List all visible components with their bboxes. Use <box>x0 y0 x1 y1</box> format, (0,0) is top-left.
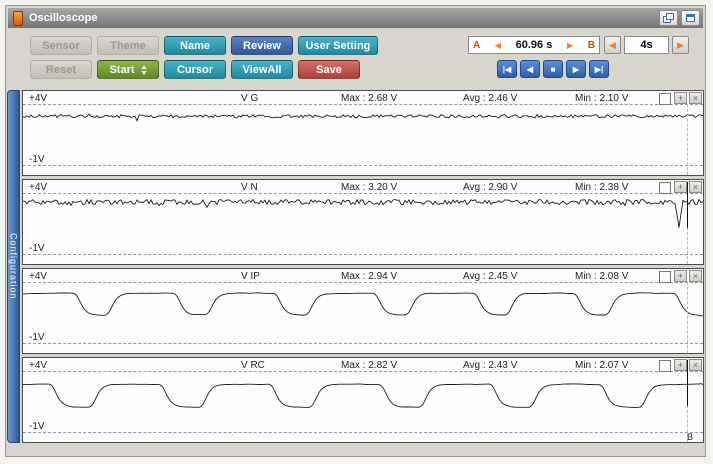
channel-top-voltage: +4V <box>29 93 47 104</box>
channel-max: Max : 3.20 V <box>341 182 397 193</box>
app-icon <box>13 11 23 26</box>
channel-expand-button[interactable]: + <box>674 359 687 371</box>
titlebar: Oscilloscope <box>8 8 703 28</box>
channel-expand-button[interactable]: + <box>674 181 687 193</box>
playback-controls: |◀ ◀ ■ ▶ ▶| <box>497 60 609 78</box>
channel-area: +4V V G Max : 2.68 V Avg : 2.46 V Min : … <box>22 90 704 446</box>
range-a-label: A <box>473 40 480 51</box>
cursor-b-corner-label: B <box>687 432 693 442</box>
configuration-tab[interactable]: Configuration <box>7 90 20 443</box>
channel-top-voltage: +4V <box>29 271 47 282</box>
channel-close-button[interactable]: × <box>689 359 702 371</box>
range-b-arrow-icon[interactable]: ▶ <box>567 41 573 50</box>
grid-line-bottom <box>23 432 703 433</box>
range-a-arrow-icon[interactable]: ◀ <box>495 41 501 50</box>
grid-line-bottom <box>23 165 703 166</box>
toolbar-row-1: Sensor Theme Name Review User Setting <box>30 36 378 55</box>
grid-line-top <box>23 371 703 372</box>
channel-max: Max : 2.94 V <box>341 271 397 282</box>
user-setting-button[interactable]: User Setting <box>298 36 378 55</box>
channel-vn: +4V V N Max : 3.20 V Avg : 2.90 V Min : … <box>22 179 704 265</box>
channel-visible-checkbox[interactable] <box>659 271 671 283</box>
window-icon <box>686 14 695 22</box>
channel-avg: Avg : 2.45 V <box>463 271 517 282</box>
skip-to-end-button[interactable]: ▶| <box>589 60 609 78</box>
time-range-display: A ◀ 60.96 s ▶ B <box>468 36 600 54</box>
channel-vrc: +4V V RC Max : 2.82 V Avg : 2.43 V Min :… <box>22 357 704 443</box>
channel-avg: Avg : 2.46 V <box>463 93 517 104</box>
grid-line-bottom <box>23 343 703 344</box>
reset-button[interactable]: Reset <box>30 60 92 79</box>
channel-max: Max : 2.68 V <box>341 93 397 104</box>
channel-top-voltage: +4V <box>29 182 47 193</box>
cursor-b-gridline <box>687 282 688 353</box>
channel-expand-button[interactable]: + <box>674 92 687 104</box>
copy-pages-icon <box>663 13 674 23</box>
grid-line-top <box>23 282 703 283</box>
channel-avg: Avg : 2.90 V <box>463 182 517 193</box>
channel-visible-checkbox[interactable] <box>659 93 671 105</box>
stop-button[interactable]: ■ <box>543 60 563 78</box>
name-button[interactable]: Name <box>164 36 226 55</box>
toolbar-row-2: Reset Start Cursor ViewAll Save <box>30 60 360 79</box>
channel-visible-checkbox[interactable] <box>659 360 671 372</box>
channel-name: V IP <box>241 271 260 282</box>
grid-line-top <box>23 193 703 194</box>
channel-close-button[interactable]: × <box>689 181 702 193</box>
channel-bottom-voltage: -1V <box>29 421 45 432</box>
channel-min: Min : 2.10 V <box>575 93 628 104</box>
channel-bottom-voltage: -1V <box>29 243 45 254</box>
channel-top-voltage: +4V <box>29 360 47 371</box>
grid-line-top <box>23 104 703 105</box>
step-back-button[interactable]: ◀ <box>520 60 540 78</box>
review-button[interactable]: Review <box>231 36 293 55</box>
restore-window-button[interactable] <box>681 10 700 26</box>
left-arrow-icon: ◀ <box>609 40 616 51</box>
cursor-b-gridline <box>687 104 688 175</box>
time-range-value: 60.96 s <box>516 39 553 51</box>
channel-name: V RC <box>241 360 265 371</box>
play-button[interactable]: ▶ <box>566 60 586 78</box>
channel-vip: +4V V IP Max : 2.94 V Avg : 2.45 V Min :… <box>22 268 704 354</box>
interval-prev-button[interactable]: ◀ <box>604 36 621 54</box>
channel-avg: Avg : 2.43 V <box>463 360 517 371</box>
channel-bottom-voltage: -1V <box>29 154 45 165</box>
start-button[interactable]: Start <box>97 60 159 79</box>
save-button[interactable]: Save <box>298 60 360 79</box>
skip-to-start-button[interactable]: |◀ <box>497 60 517 78</box>
channel-min: Min : 2.08 V <box>575 271 628 282</box>
channel-min: Min : 2.38 V <box>575 182 628 193</box>
export-window-button[interactable] <box>659 10 678 26</box>
channel-close-button[interactable]: × <box>689 270 702 282</box>
channel-name: V N <box>241 182 258 193</box>
channel-name: V G <box>241 93 258 104</box>
channel-close-button[interactable]: × <box>689 92 702 104</box>
channel-visible-checkbox[interactable] <box>659 182 671 194</box>
grid-line-bottom <box>23 254 703 255</box>
oscilloscope-window: Oscilloscope Sensor Theme Name Review Us… <box>5 5 706 457</box>
right-arrow-icon: ▶ <box>677 40 684 51</box>
channel-max: Max : 2.82 V <box>341 360 397 371</box>
interval-select[interactable]: 4s <box>624 36 669 54</box>
sensor-button[interactable]: Sensor <box>30 36 92 55</box>
start-stepper-icon[interactable] <box>141 65 147 75</box>
interval-next-button[interactable]: ▶ <box>672 36 689 54</box>
viewall-button[interactable]: ViewAll <box>231 60 293 79</box>
window-title: Oscilloscope <box>29 12 659 24</box>
start-button-label: Start <box>109 64 134 76</box>
channel-min: Min : 2.07 V <box>575 360 628 371</box>
cursor-button[interactable]: Cursor <box>164 60 226 79</box>
configuration-tab-label: Configuration <box>9 233 19 300</box>
cursor-b-marker[interactable] <box>687 182 688 228</box>
range-b-label: B <box>588 40 595 51</box>
cursor-b-marker[interactable] <box>687 360 688 406</box>
channel-expand-button[interactable]: + <box>674 270 687 282</box>
channel-bottom-voltage: -1V <box>29 332 45 343</box>
theme-button[interactable]: Theme <box>97 36 159 55</box>
channel-vg: +4V V G Max : 2.68 V Avg : 2.46 V Min : … <box>22 90 704 176</box>
